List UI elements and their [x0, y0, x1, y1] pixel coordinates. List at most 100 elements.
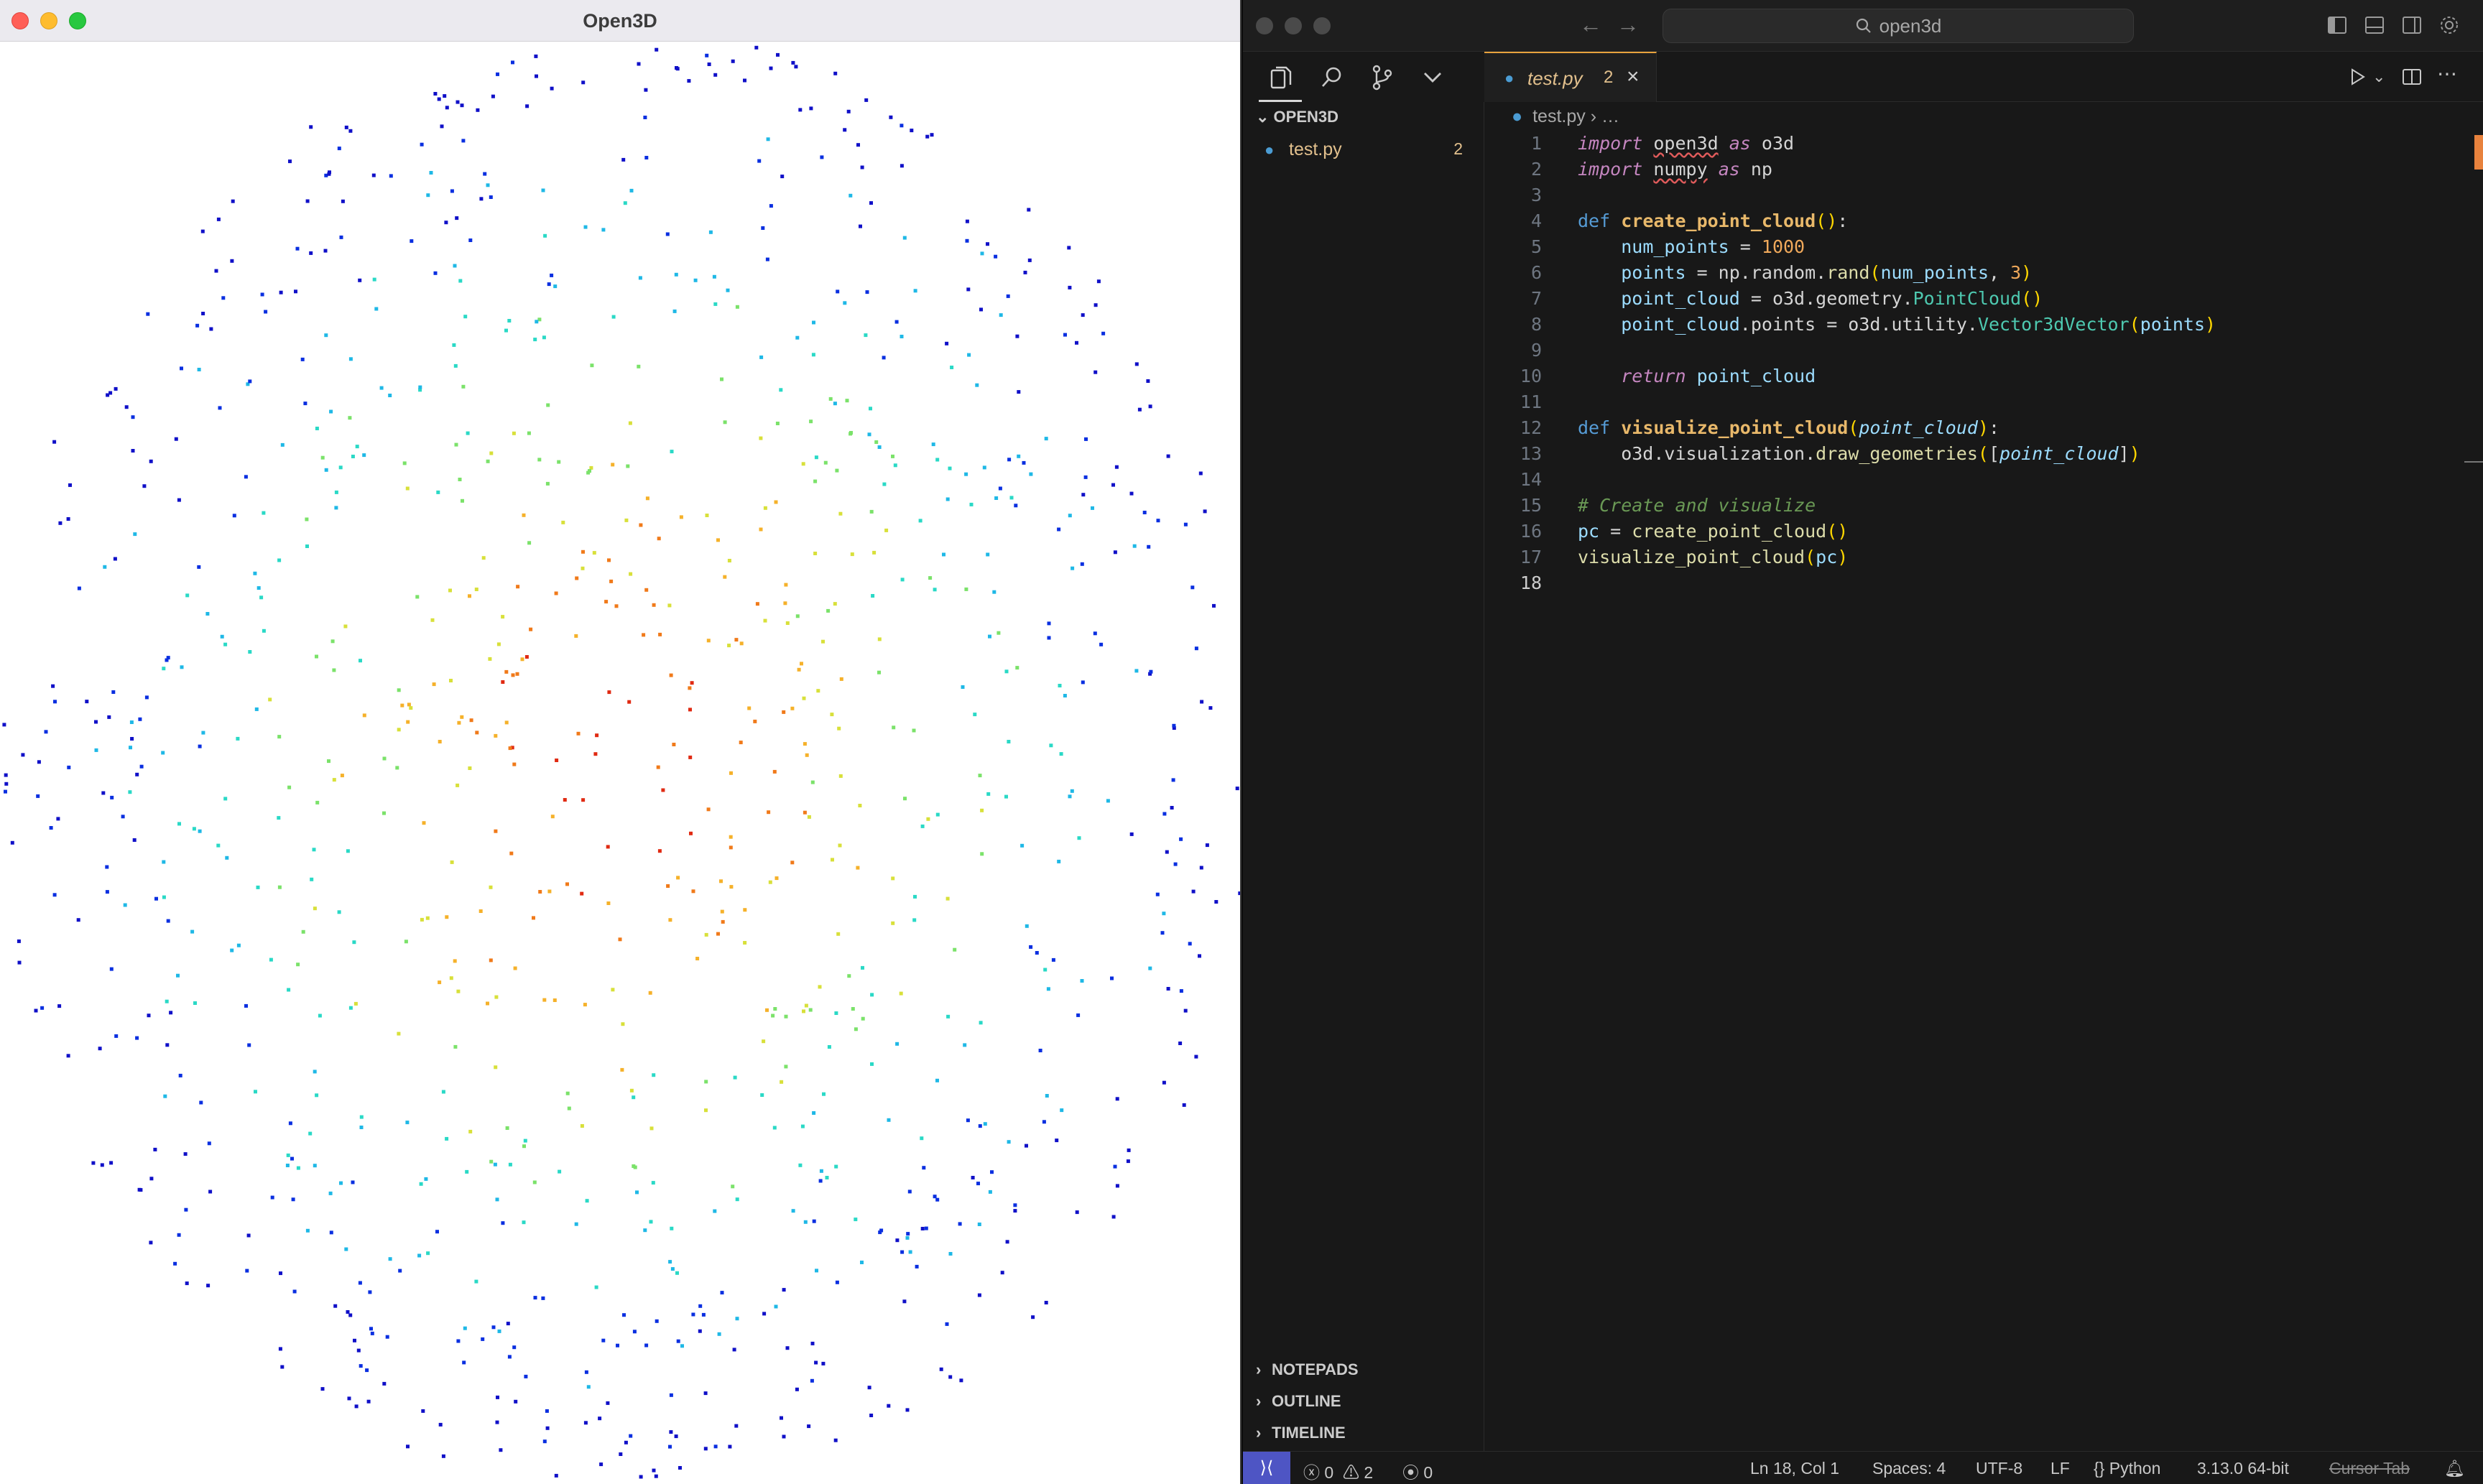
point [1190, 585, 1195, 590]
problems-status[interactable]: ⓧ 0 ⚠ 2 [1303, 1459, 1373, 1483]
point [474, 588, 478, 591]
chevron-down-icon[interactable] [1418, 63, 1447, 92]
point [791, 1209, 795, 1213]
code-line[interactable]: 8 point_cloud.points = o3d.utility.Vecto… [1484, 312, 2454, 338]
command-center-search[interactable]: open3d [1663, 9, 2134, 43]
code-line[interactable]: 1 import open3d as o3d [1484, 131, 2454, 157]
more-actions-icon[interactable]: ⋯ [2437, 62, 2459, 85]
point [461, 139, 466, 143]
code-line[interactable]: 15 # Create and visualize [1484, 493, 2454, 519]
close-icon[interactable]: × [1627, 65, 1640, 89]
point [369, 1327, 373, 1331]
point [719, 879, 723, 884]
tab-test-py[interactable]: ● test.py 2 × [1484, 52, 1657, 102]
point [533, 1296, 537, 1300]
cursor-position[interactable]: Ln 18, Col 1 [1750, 1459, 1839, 1478]
code-line[interactable]: 10 return point_cloud [1484, 363, 2454, 389]
point [541, 188, 545, 193]
point [135, 1036, 139, 1040]
code-line[interactable]: 9 [1484, 338, 2454, 363]
point [1049, 743, 1053, 748]
point [133, 532, 137, 537]
back-arrow-icon[interactable]: ← [1579, 11, 1602, 38]
gear-icon[interactable] [2438, 14, 2460, 36]
explorer-files-icon[interactable] [1266, 63, 1295, 92]
chevron-right-icon: › [1256, 1424, 1262, 1442]
panel-notepads[interactable]: › NOTEPADS [1256, 1360, 1359, 1379]
point [1046, 987, 1050, 991]
breadcrumb-rest[interactable]: … [1601, 106, 1619, 126]
chevron-down-icon[interactable]: ⌄ [2372, 68, 2394, 89]
point [877, 637, 882, 641]
python-interpreter[interactable]: 3.13.0 64-bit [2197, 1459, 2289, 1478]
code-line[interactable]: 12 def visualize_point_cloud(point_cloud)… [1484, 415, 2454, 441]
line-number: 4 [1530, 210, 1542, 231]
panel-outline[interactable]: › OUTLINE [1256, 1392, 1341, 1411]
code-line[interactable]: 4 def create_point_cloud(): [1484, 208, 2454, 234]
point [1031, 1315, 1035, 1320]
panel-timeline[interactable]: › TIMELINE [1256, 1424, 1346, 1442]
point [635, 1190, 639, 1195]
code-line[interactable]: 16 pc = create_point_cloud() [1484, 519, 2454, 544]
ports-status[interactable]: ⦿ 0 [1402, 1459, 1433, 1483]
point-cloud-viewport[interactable] [0, 42, 1242, 1484]
point [628, 421, 632, 425]
explorer-folder-header[interactable]: ⌄ OPEN3D [1256, 108, 1338, 126]
source-control-icon[interactable] [1368, 63, 1397, 92]
code-line[interactable]: 3 [1484, 182, 2454, 208]
point [165, 999, 169, 1003]
point [961, 685, 965, 689]
search-icon[interactable] [1318, 63, 1346, 92]
encoding[interactable]: UTF-8 [1976, 1459, 2022, 1478]
chevron-right-icon: › [1256, 1360, 1262, 1378]
point [765, 1008, 769, 1012]
point [1075, 340, 1078, 345]
breadcrumb-file[interactable]: test.py [1532, 106, 1586, 126]
point [130, 737, 134, 741]
point [456, 100, 460, 104]
code-line[interactable]: 13 o3d.visualization.draw_geometries([po… [1484, 441, 2454, 467]
toggle-panel-icon[interactable] [2364, 14, 2385, 36]
file-tree-item[interactable]: ● test.py 2 [1243, 135, 1484, 164]
toggle-primary-sidebar-icon[interactable] [2326, 14, 2348, 36]
remote-indicator[interactable]: ⟩⟨ [1243, 1452, 1290, 1484]
code-line[interactable]: 11 [1484, 389, 2454, 415]
minimize-window-button[interactable] [1285, 17, 1302, 34]
point [854, 1027, 858, 1031]
point [468, 238, 473, 242]
forward-arrow-icon[interactable]: → [1617, 11, 1640, 38]
point [433, 92, 438, 96]
maximize-window-button[interactable] [1313, 17, 1331, 34]
cursor-tab-status[interactable]: Cursor Tab [2329, 1459, 2410, 1478]
end-of-line[interactable]: LF [2050, 1459, 2070, 1478]
run-icon[interactable] [2346, 66, 2368, 88]
point [198, 829, 202, 833]
code-line[interactable]: 5 num_points = 1000 [1484, 234, 2454, 260]
point [1022, 460, 1026, 465]
point [1045, 1094, 1049, 1098]
point [652, 1073, 656, 1077]
code-line[interactable]: 18 [1484, 570, 2454, 596]
toggle-secondary-sidebar-icon[interactable] [2401, 14, 2423, 36]
point [849, 193, 853, 198]
point [611, 315, 616, 319]
code-line[interactable]: 14 [1484, 467, 2454, 493]
bell-icon[interactable]: 🔔︎ [2444, 1459, 2465, 1478]
point [315, 1093, 319, 1098]
language-mode[interactable]: {} Python [2094, 1459, 2160, 1478]
point [1017, 390, 1021, 394]
code-line[interactable]: 7 point_cloud = o3d.geometry.PointCloud(… [1484, 286, 2454, 312]
code-line[interactable]: 2 import numpy as np [1484, 157, 2454, 182]
indentation[interactable]: Spaces: 4 [1872, 1459, 1946, 1478]
split-editor-icon[interactable] [2401, 66, 2423, 88]
point [805, 753, 809, 757]
close-window-button[interactable] [1256, 17, 1273, 34]
code-editor[interactable]: 1 import open3d as o3d 2 import numpy as np… [1484, 131, 2454, 596]
point [475, 731, 479, 735]
point [138, 717, 142, 721]
code-line[interactable]: 6 points = np.random.rand(num_points, 3) [1484, 260, 2454, 286]
point [66, 1054, 70, 1058]
code-line[interactable]: 17 visualize_point_cloud(pc) [1484, 544, 2454, 570]
point [359, 1126, 364, 1129]
point [561, 520, 565, 524]
